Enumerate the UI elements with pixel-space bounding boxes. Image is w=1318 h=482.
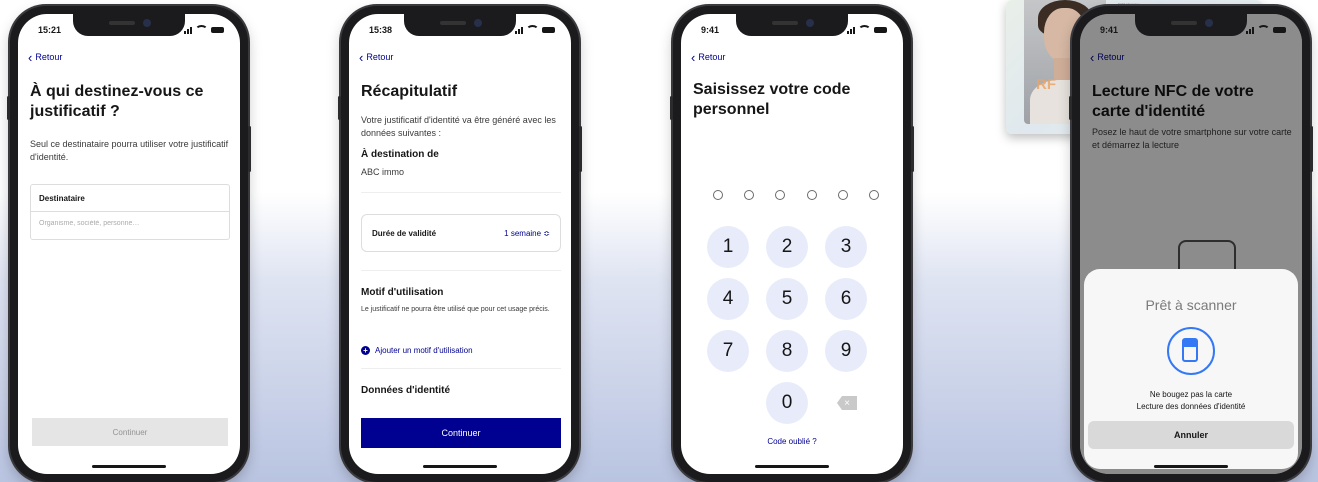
continue-button[interactable]: Continuer xyxy=(361,418,561,448)
key-7[interactable]: 7 xyxy=(707,330,749,372)
back-button[interactable]: ‹ Retour xyxy=(28,49,63,65)
status-icons xyxy=(847,25,887,35)
screen-summary: 15:38 ‹ Retour Récapitulatif Votre justi… xyxy=(349,14,571,474)
pin-dot xyxy=(868,190,879,200)
recipient-input[interactable] xyxy=(31,212,229,235)
home-indicator xyxy=(1154,465,1228,468)
page-title: À qui destinez-vous ce justificatif ? xyxy=(30,83,204,120)
sheet-message-2: Lecture des données d'identité xyxy=(1136,402,1246,411)
status-icons xyxy=(515,25,555,35)
chevron-left-icon: ‹ xyxy=(691,49,696,65)
back-label: Retour xyxy=(35,52,63,62)
key-9[interactable]: 9 xyxy=(825,330,867,372)
page-title: Saisissez votre code personnel xyxy=(693,81,851,118)
cancel-button[interactable]: Annuler xyxy=(1088,421,1294,449)
status-time: 9:41 xyxy=(1100,25,1119,35)
add-motif-button[interactable]: + Ajouter un motif d'utilisation xyxy=(361,346,473,355)
home-indicator xyxy=(92,465,166,468)
key-5[interactable]: 5 xyxy=(766,278,808,320)
plus-circle-icon: + xyxy=(361,346,370,355)
validity-value: 1 semaine ≎ xyxy=(504,228,550,238)
motif-heading: Motif d'utilisation xyxy=(361,287,444,298)
phone-mockup-2: 15:38 ‹ Retour Récapitulatif Votre justi… xyxy=(338,6,582,482)
sheet-message-1: Ne bougez pas la carte xyxy=(1149,390,1233,399)
key-1[interactable]: 1 xyxy=(707,226,749,268)
back-button[interactable]: ‹ Retour xyxy=(691,49,726,65)
wifi-icon xyxy=(526,25,539,35)
motif-text: Le justificatif ne pourra être utilisé q… xyxy=(361,306,550,313)
nfc-scan-sheet: Prêt à scanner Ne bougez pas la carte Le… xyxy=(1084,269,1298,469)
signal-icon xyxy=(184,26,192,34)
chevron-left-icon: ‹ xyxy=(28,49,33,65)
battery-icon xyxy=(542,27,555,33)
screen-pin: 9:41 ‹ Retour Saisissez votre code perso… xyxy=(681,14,903,474)
sheet-title: Prêt à scanner xyxy=(1145,297,1237,313)
key-6[interactable]: 6 xyxy=(825,278,867,320)
phone-mockup-4: 9:41 ‹ Retour Lecture NFC de votre carte… xyxy=(1069,6,1313,482)
key-2[interactable]: 2 xyxy=(766,226,808,268)
notch xyxy=(736,14,848,36)
back-button[interactable]: ‹ Retour xyxy=(359,49,394,65)
pin-dot xyxy=(713,190,723,200)
divider xyxy=(361,270,561,271)
battery-icon xyxy=(211,27,224,33)
battery-icon xyxy=(1273,27,1286,33)
back-label: Retour xyxy=(698,52,726,62)
notch xyxy=(73,14,185,36)
identity-heading: Données d'identité xyxy=(361,385,451,396)
back-label: Retour xyxy=(366,52,394,62)
notch xyxy=(1135,14,1247,36)
pin-dot xyxy=(837,190,848,200)
destination-value: ABC immo xyxy=(361,167,405,177)
key-0[interactable]: 0 xyxy=(766,382,808,424)
key-4[interactable]: 4 xyxy=(707,278,749,320)
wifi-icon xyxy=(1257,25,1270,35)
chevron-left-icon: ‹ xyxy=(359,49,364,65)
page-title: Récapitulatif xyxy=(361,83,458,100)
id-card-mark: RF xyxy=(1036,76,1056,93)
pin-dot xyxy=(744,190,755,200)
status-time: 15:38 xyxy=(369,25,393,35)
key-3[interactable]: 3 xyxy=(825,226,867,268)
screen-nfc: 9:41 ‹ Retour Lecture NFC de votre carte… xyxy=(1080,14,1302,474)
phone-mockup-1: 15:21 ‹ Retour À qui destinez-vous ce ju… xyxy=(7,6,251,482)
recipient-field: Destinataire xyxy=(30,184,230,240)
phone-scan-icon xyxy=(1167,327,1215,375)
wifi-icon xyxy=(195,25,208,35)
signal-icon xyxy=(515,26,523,34)
destination-heading: À destination de xyxy=(361,149,439,160)
home-indicator xyxy=(423,465,497,468)
forgot-code-link[interactable]: Code oublié ? xyxy=(681,437,903,446)
page-description: Seul ce destinataire pourra utiliser vot… xyxy=(30,139,229,162)
signal-icon xyxy=(1246,26,1254,34)
pin-dot xyxy=(806,190,817,200)
status-icons xyxy=(1246,25,1286,35)
notch xyxy=(404,14,516,36)
screen-recipient: 15:21 ‹ Retour À qui destinez-vous ce ju… xyxy=(18,14,240,474)
phone-mockup-3: 9:41 ‹ Retour Saisissez votre code perso… xyxy=(670,6,914,482)
status-icons xyxy=(184,25,224,35)
signal-icon xyxy=(847,26,855,34)
continue-button[interactable]: Continuer xyxy=(32,418,228,446)
wifi-icon xyxy=(858,25,871,35)
battery-icon xyxy=(874,27,887,33)
delete-icon[interactable]: × xyxy=(837,396,857,410)
key-8[interactable]: 8 xyxy=(766,330,808,372)
pin-dot xyxy=(775,190,786,200)
recipient-field-label: Destinataire xyxy=(31,185,229,212)
validity-label: Durée de validité xyxy=(372,228,437,238)
divider xyxy=(361,368,561,369)
add-motif-label: Ajouter un motif d'utilisation xyxy=(375,346,473,355)
home-indicator xyxy=(755,465,829,468)
status-time: 15:21 xyxy=(38,25,62,35)
pin-dots xyxy=(713,190,879,200)
validity-select[interactable]: Durée de validité 1 semaine ≎ xyxy=(361,214,561,252)
summary-intro: Votre justificatif d'identité va être gé… xyxy=(361,115,556,138)
status-time: 9:41 xyxy=(701,25,720,35)
divider xyxy=(361,192,561,193)
